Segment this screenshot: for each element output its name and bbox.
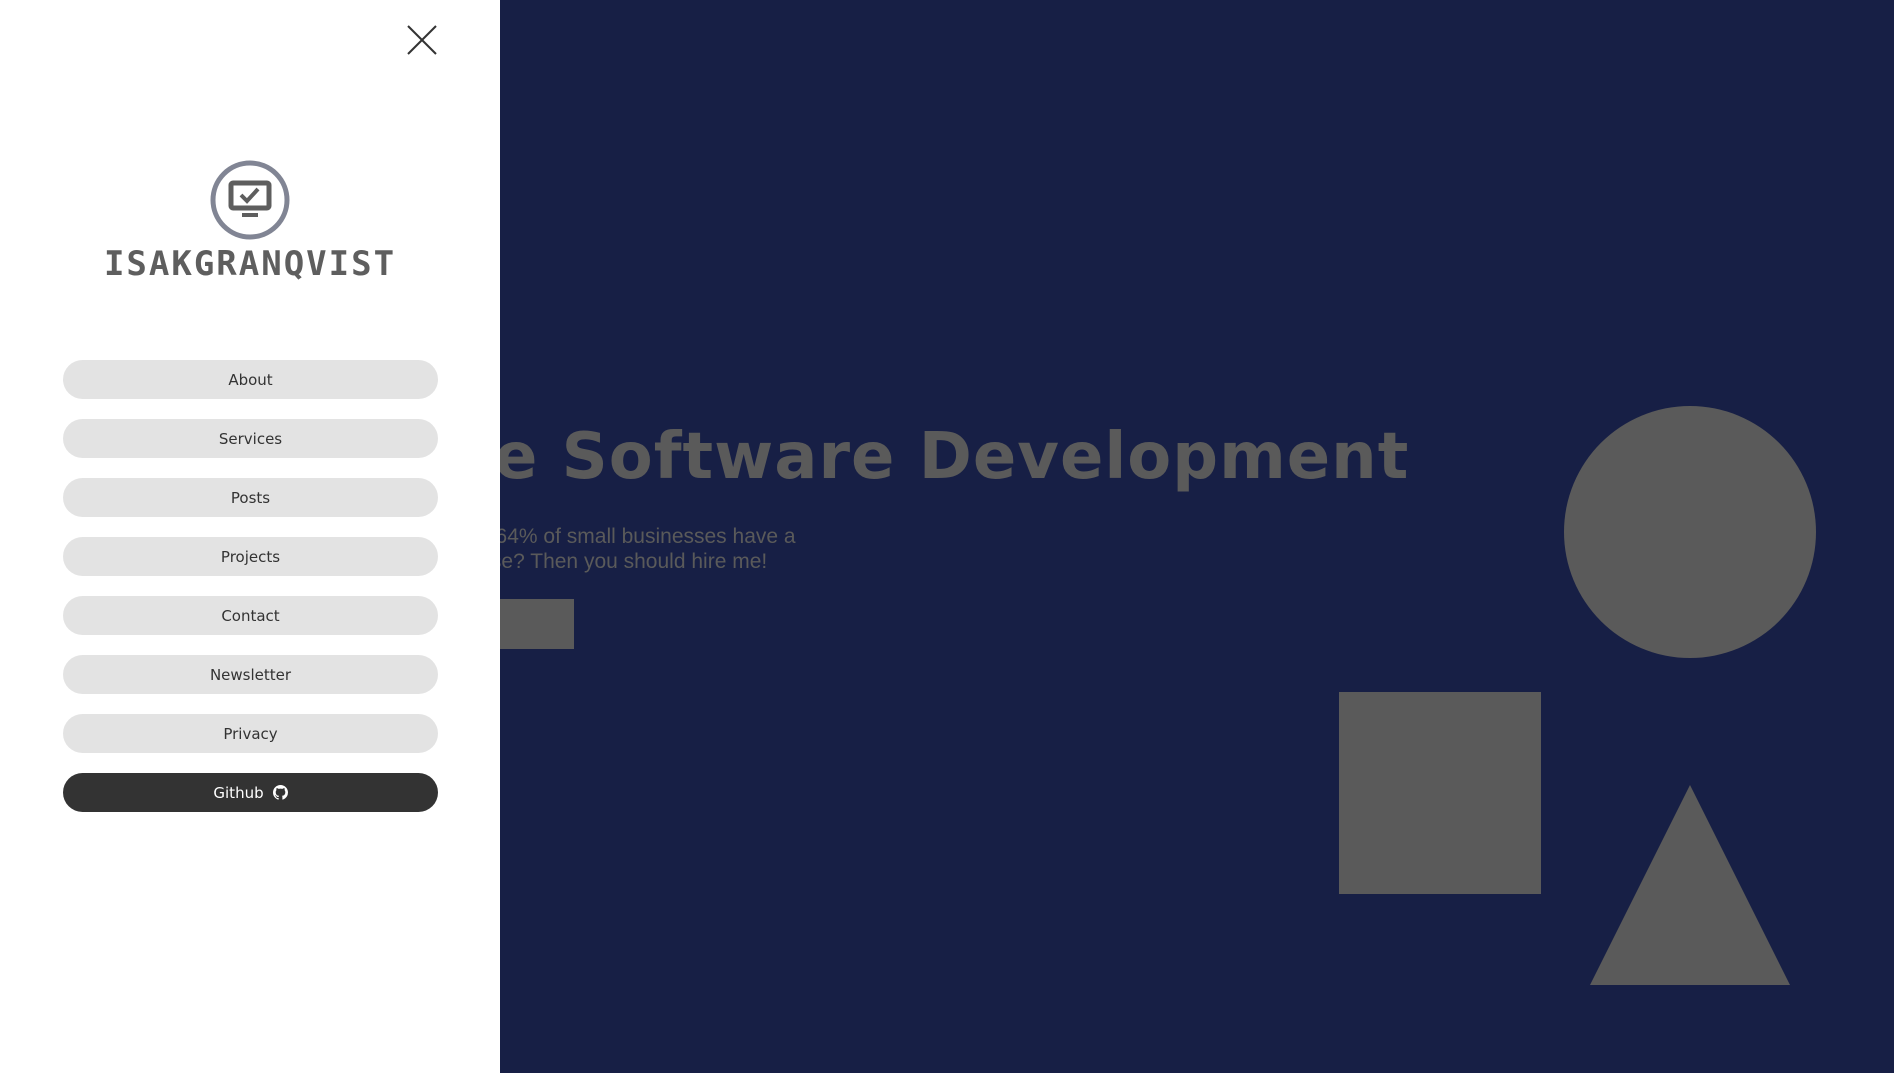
github-label: Github [213,783,264,802]
nav-contact-button[interactable]: Contact [63,596,438,635]
nav-posts-button[interactable]: Posts [63,478,438,517]
nav-newsletter-button[interactable]: Newsletter [63,655,438,694]
nav-projects-button[interactable]: Projects [63,537,438,576]
site-logo[interactable]: ISAKGRANQVIST [0,160,500,284]
logo-text: ISAKGRANQVIST [103,244,397,284]
nav-services-button[interactable]: Services [63,419,438,458]
hero-title: able Software Development [380,420,1410,494]
github-button[interactable]: Github [63,773,438,812]
side-drawer: ISAKGRANQVIST About Services Posts Proje… [0,0,500,1073]
decorative-square [1339,692,1541,894]
decorative-triangle [1590,785,1790,985]
monitor-check-icon [210,160,290,240]
close-icon [407,25,437,55]
nav-about-button[interactable]: About [63,360,438,399]
github-icon [272,785,288,800]
drawer-nav: About Services Posts Projects Contact Ne… [63,360,438,832]
close-drawer-button[interactable] [404,22,440,58]
nav-privacy-button[interactable]: Privacy [63,714,438,753]
decorative-circle [1564,406,1816,658]
